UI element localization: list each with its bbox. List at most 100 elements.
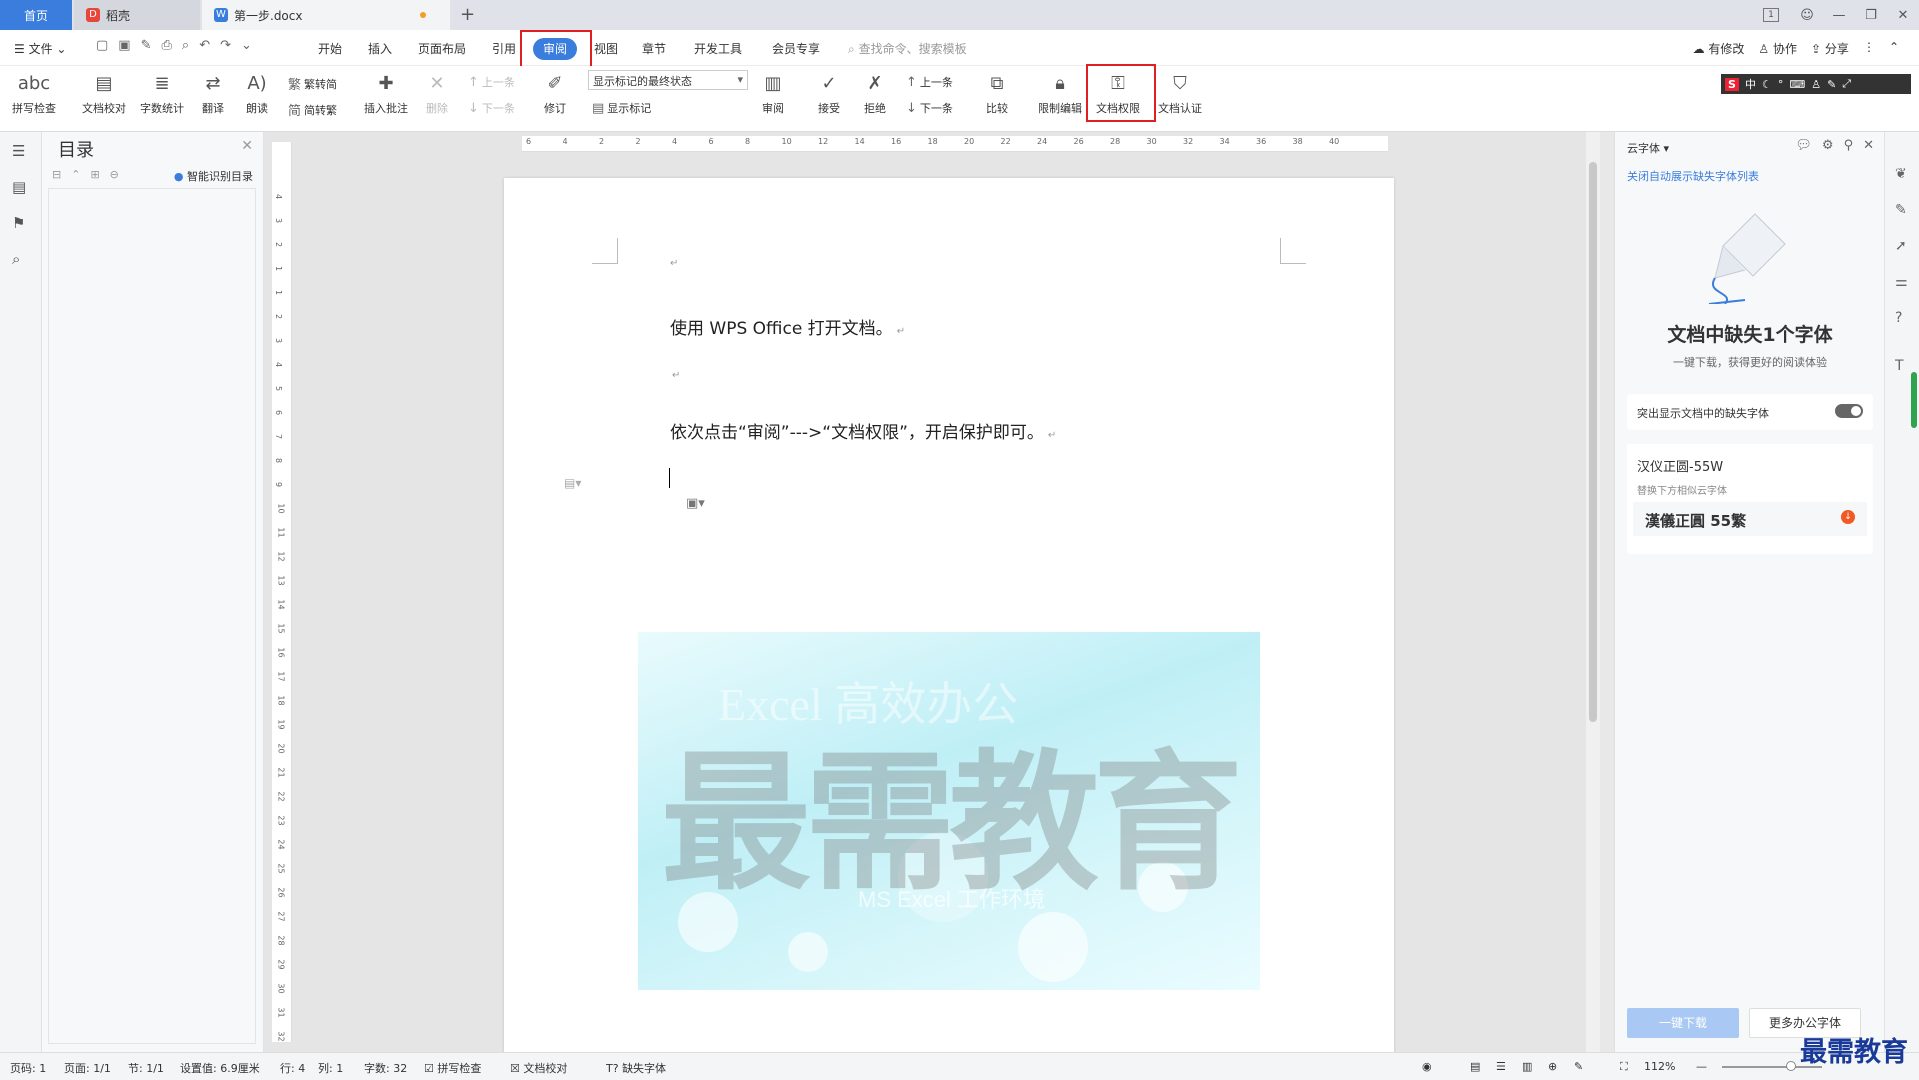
review-pane-button[interactable]: ▥ 审阅 [760,70,786,116]
share-button[interactable]: ⇪ 分享 [1811,40,1849,57]
menu-insert[interactable]: 插入 [368,40,392,57]
new-doc-icon[interactable]: ▢ [96,38,108,53]
file-menu[interactable]: ☰ 文件 ⌄ [14,40,66,57]
page-indicator[interactable]: 1 [1763,8,1779,22]
paste-options-icon[interactable]: ▣▾ [686,496,705,511]
select-icon[interactable]: ➚ [1895,238,1907,254]
status-doc-proof[interactable]: ☒ 文档校对 [510,1060,567,1076]
tab-home[interactable]: 首页 [0,0,72,30]
smart-toc-button[interactable]: ● 智能识别目录 [174,168,253,184]
prev-comment-button[interactable]: ↑ 上一条 [468,74,515,90]
has-changes-button[interactable]: ☁ 有修改 [1693,40,1745,57]
zoom-slider-knob[interactable] [1786,1061,1796,1071]
simp-to-trad-button[interactable]: 简简转繁 [288,100,337,120]
fit-page-icon[interactable]: ⛶ [1620,1060,1628,1074]
pin-icon[interactable]: ⚲ [1844,138,1854,153]
menu-reference[interactable]: 引用 [492,40,516,57]
cloud-font-option[interactable]: 漢儀正圓 55繁 ↓ [1633,502,1867,536]
page-view-icon[interactable]: ▤ [1470,1060,1480,1073]
menu-page-layout[interactable]: 页面布局 [418,40,466,57]
spell-check-button[interactable]: abc 拼写检查 [12,70,56,116]
document-page[interactable]: ↵ 使用 WPS Office 打开文档。 ↵ ↵ 依次点击“审阅”--->“文档… [504,178,1394,1058]
trad-to-simp-button[interactable]: 繁繁转简 [288,74,337,94]
font-icon[interactable]: T [1895,358,1904,374]
insert-comment-button[interactable]: ✚ 插入批注 [364,70,408,116]
adjust-icon[interactable]: ⚌ [1895,274,1908,290]
chapter-nav-icon[interactable]: ▤ [12,178,26,196]
add-icon[interactable]: ⊞ [90,168,99,181]
word-count-button[interactable]: ≣ 字数统计 [140,70,184,116]
menu-chapter[interactable]: 章节 [642,40,666,57]
menu-start[interactable]: 开始 [318,40,342,57]
bookmark-icon[interactable]: ⚑ [12,214,25,232]
chat-icon[interactable]: 💬︎ [1795,138,1812,153]
close-icon[interactable]: ✕ [1887,8,1919,23]
menu-dev-tools[interactable]: 开发工具 [694,40,742,57]
doc-proof-button[interactable]: ▤ 文档校对 [82,70,126,116]
pen-icon[interactable]: ✎ [1895,202,1907,218]
collaborate-button[interactable]: ♙ 协作 [1758,40,1797,57]
more-icon[interactable]: ⌄ [241,38,252,53]
translate-button[interactable]: ⇄ 翻译 [200,70,226,116]
reject-button[interactable]: ✗ 拒绝 [862,70,888,116]
menu-view[interactable]: 视图 [594,40,618,57]
print-icon[interactable]: ⎙ [162,38,172,53]
collapse-all-icon[interactable]: ⊟ [52,168,61,181]
collapse-ribbon-icon[interactable]: ⌃ [1889,40,1899,57]
close-icon[interactable]: ✕ [241,138,253,154]
command-search[interactable]: ⌕ 查找命令、搜索模板 [848,40,967,57]
close-auto-show-link[interactable]: 关闭自动展示缺失字体列表 [1627,168,1759,184]
accept-button[interactable]: ✓ 接受 [816,70,842,116]
help-icon[interactable]: ? [1895,310,1902,326]
restrict-edit-button[interactable]: 🔒︎ 限制编辑 [1038,70,1082,116]
cloud-font-dropdown[interactable]: 云字体 ▾ [1627,140,1669,156]
one-click-download-button[interactable]: 一键下载 [1627,1008,1739,1038]
delete-comment-button[interactable]: ✕ 删除 [424,70,450,116]
format-painter-icon[interactable]: ✎ [141,38,152,53]
next-comment-button[interactable]: ↓ 下一条 [468,100,515,116]
status-missing-font[interactable]: T? 缺失字体 [606,1060,666,1076]
highlight-missing-toggle[interactable] [1835,404,1863,418]
markup-state-select[interactable]: 显示标记的最终状态 ▾ [588,70,748,90]
read-view-icon[interactable]: ▥ [1522,1060,1532,1073]
status-words[interactable]: 字数: 32 [364,1060,407,1076]
new-tab-button[interactable]: + [460,4,475,25]
download-badge-icon[interactable]: ↓ [1841,510,1855,524]
vertical-ruler[interactable]: 4 3 2 1 1 2 3 4 5 6 7 8 9 10 11 12 13 14 15 16 17 18 19 20 21 22 2… [272,142,292,1042]
compare-button[interactable]: ⧉ 比较 [984,70,1010,116]
zoom-out-icon[interactable]: — [1696,1060,1707,1073]
watermark-image[interactable]: Excel 高效办公 最需教育 MS Excel 工作环境 [638,632,1260,990]
read-aloud-button[interactable]: A) 朗读 [244,70,270,116]
print-preview-icon[interactable]: ⌕ [182,38,189,53]
ime-toolbar[interactable]: S 中 ☾ ° ⌨ ♙ ✎ ⤢ [1721,74,1911,94]
write-mode-icon[interactable]: ✎ [1574,1060,1583,1073]
redo-icon[interactable]: ↷ [220,38,231,53]
menu-member[interactable]: 会员专享 [772,40,820,57]
outline-view-icon[interactable]: ☰ [1496,1060,1506,1073]
more-options-icon[interactable]: ⋮ [1863,40,1875,57]
show-markup-button[interactable]: ▤ 显示标记 [592,100,651,116]
undo-icon[interactable]: ↶ [199,38,210,53]
horizontal-ruler[interactable]: 6 4 2 2 4 6 8 10 12 14 16 18 20 22 24 26 28 30 32 34 36 38 40 [522,136,1388,152]
prev-change-button[interactable]: ↑ 上一条 [906,74,953,90]
paragraph-3[interactable]: 依次点击“审阅”--->“文档权限”，开启保护即可。 ↵ [670,418,1056,443]
status-spell-check[interactable]: ☑ 拼写检查 [424,1060,481,1076]
revise-button[interactable]: ✐ 修订 [542,70,568,116]
minimize-icon[interactable]: — [1823,8,1855,23]
tab-daoke[interactable]: D 稻壳 [74,0,200,30]
paragraph-1[interactable]: 使用 WPS Office 打开文档。 ↵ [670,314,905,339]
eye-protection-icon[interactable]: ◉ [1422,1060,1432,1073]
toc-view-icon[interactable]: ☰ [12,142,25,160]
style-icon[interactable]: ❦ [1895,166,1907,182]
vertical-scrollbar[interactable] [1586,132,1600,1052]
gear-icon[interactable]: ⚙ [1822,138,1834,153]
close-icon[interactable]: ✕ [1863,138,1874,153]
next-change-button[interactable]: ↓ 下一条 [906,100,953,116]
remove-icon[interactable]: ⊖ [110,168,119,181]
toc-list[interactable] [48,188,256,1044]
avatar-icon[interactable]: ☺ [1791,8,1823,23]
doc-cert-button[interactable]: ⛉ 文档认证 [1158,70,1202,116]
paragraph-style-icon[interactable]: ▤▾ [564,476,581,490]
save-icon[interactable]: ▣ [118,38,130,53]
web-view-icon[interactable]: ⊕ [1548,1060,1557,1073]
